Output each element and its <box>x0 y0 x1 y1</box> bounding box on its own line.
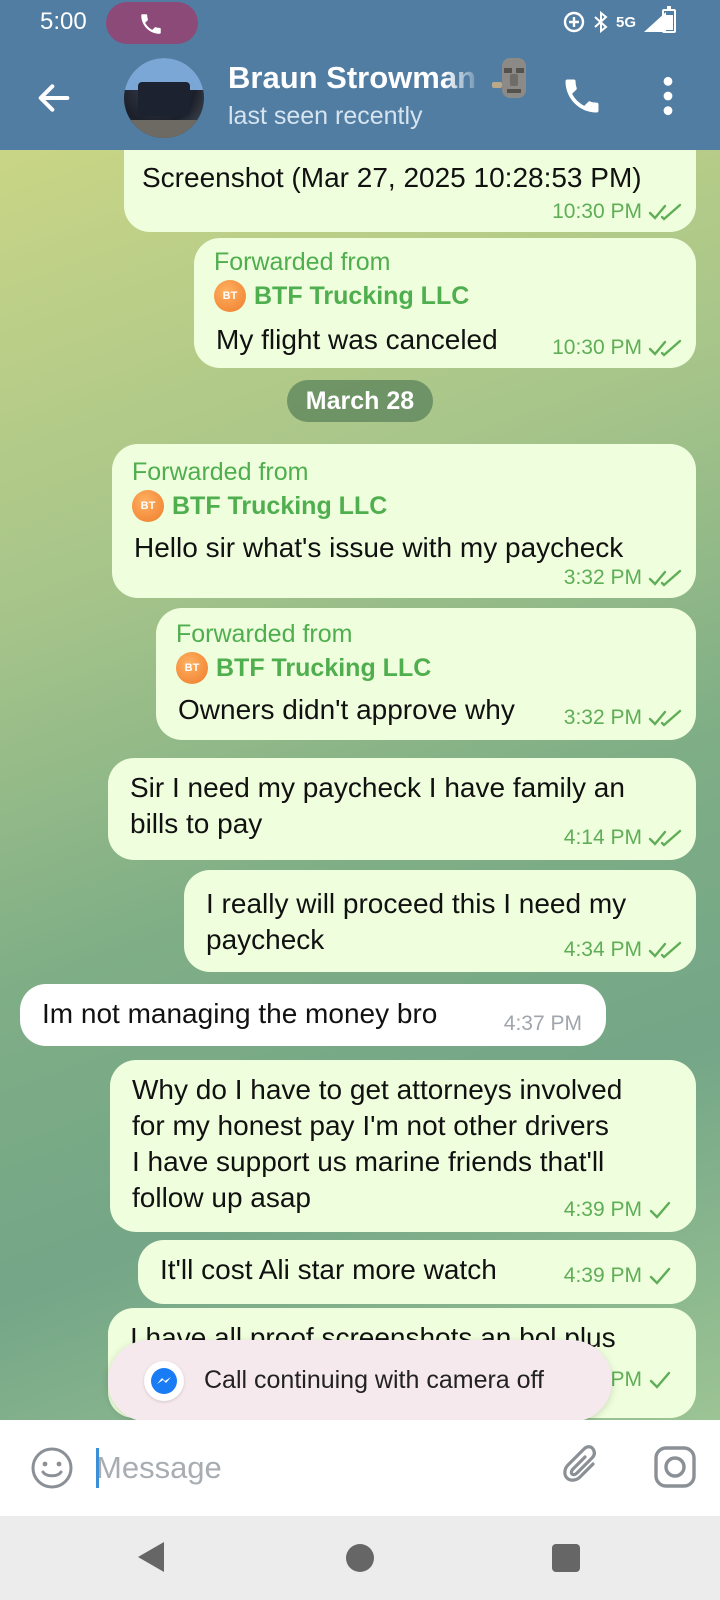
message-text: Owners didn't approve why <box>178 694 515 725</box>
nav-back-icon[interactable] <box>136 1540 166 1574</box>
forwarded-source-name: BTF Trucking LLC <box>254 281 470 310</box>
phone-call-icon <box>141 14 161 34</box>
source-avatar: BT <box>214 280 246 312</box>
message-bubble[interactable]: Why do I have to get attorneys involved … <box>110 1060 696 1232</box>
contact-avatar[interactable] <box>124 58 204 138</box>
message-meta: 3:32 PM <box>564 566 682 590</box>
call-toast[interactable]: Call continuing with camera off <box>108 1340 612 1422</box>
message-text: Im not managing the money bro <box>42 998 438 1029</box>
message-meta: 4:39 PM <box>564 1264 672 1288</box>
message-time: 4:39 PM <box>563 1264 642 1287</box>
more-vertical-icon[interactable] <box>656 74 680 118</box>
moai-emoji <box>492 58 526 98</box>
check-icon <box>649 1371 671 1389</box>
message-time: 10:30 PM <box>552 200 642 223</box>
status-bar: 5:00 5G <box>0 0 720 44</box>
emoji-icon[interactable] <box>30 1446 74 1490</box>
status-time: 5:00 <box>40 8 87 35</box>
message-bubble[interactable]: Sir I need my paycheck I have family an … <box>108 758 696 860</box>
ongoing-call-pill[interactable] <box>106 2 198 44</box>
message-time: 3:32 PM <box>563 706 642 729</box>
battery-icon <box>662 6 676 33</box>
message-time: 3:32 PM <box>563 566 642 589</box>
forwarded-label: Forwarded from <box>132 458 309 486</box>
forwarded-source[interactable]: BT BTF Trucking LLC <box>132 490 387 522</box>
forwarded-label: Forwarded from <box>176 620 353 648</box>
forwarded-source-name: BTF Trucking LLC <box>216 653 432 682</box>
message-text: bills to pay <box>130 808 263 839</box>
message-time: 4:37 PM <box>503 1012 582 1035</box>
message-meta: 3:32 PM <box>564 706 682 730</box>
message-time: 4:39 PM <box>563 1198 642 1221</box>
double-check-icon <box>648 829 682 847</box>
message-text: Hello sir what's issue with my paycheck <box>134 532 624 563</box>
double-check-icon <box>648 709 682 727</box>
message-text: Why do I have to get attorneys involved <box>132 1074 623 1105</box>
status-icons: 5G <box>562 8 668 36</box>
forwarded-label: Forwarded from <box>214 248 391 276</box>
forwarded-source-name: BTF Trucking LLC <box>172 491 388 520</box>
message-text: I have support us marine friends that'll <box>132 1146 605 1177</box>
message-list[interactable]: Screenshot (Mar 27, 2025 10:28:53 PM) 10… <box>0 150 720 1420</box>
forwarded-message-bubble[interactable]: Forwarded from BT BTF Trucking LLC My fl… <box>194 238 696 368</box>
message-bubble[interactable]: It'll cost Ali star more watch 4:39 PM <box>138 1240 696 1304</box>
message-text: follow up asap <box>132 1182 312 1213</box>
message-meta: 4:34 PM <box>564 938 682 962</box>
message-bubble[interactable]: I really will proceed this I need my pay… <box>184 870 696 972</box>
date-separator: March 28 <box>287 380 433 422</box>
back-arrow-icon[interactable] <box>34 78 74 118</box>
double-check-icon <box>648 569 682 587</box>
message-text: Sir I need my paycheck I have family an <box>130 772 625 803</box>
forwarded-message-bubble[interactable]: Forwarded from BT BTF Trucking LLC Owner… <box>156 608 696 740</box>
toast-text: Call continuing with camera off <box>204 1366 544 1394</box>
chat-header: Braun Strowman last seen recently <box>0 44 720 150</box>
double-check-icon <box>648 203 682 221</box>
messenger-icon <box>144 1361 184 1401</box>
message-input[interactable] <box>96 1442 536 1494</box>
message-time: 10:30 PM <box>552 336 642 359</box>
double-check-icon <box>648 339 682 357</box>
nav-recents-icon[interactable] <box>552 1544 580 1572</box>
forwarded-source[interactable]: BT BTF Trucking LLC <box>214 280 469 312</box>
message-time: PM <box>610 1368 643 1391</box>
message-text: for my honest pay I'm not other drivers <box>132 1110 609 1141</box>
message-text: paycheck <box>206 924 325 955</box>
camera-icon[interactable] <box>652 1444 698 1490</box>
bluetooth-icon <box>594 10 608 34</box>
message-time: 4:14 PM <box>563 826 642 849</box>
message-text: It'll cost Ali star more watch <box>160 1254 497 1285</box>
message-meta: 4:39 PM <box>564 1198 672 1222</box>
check-icon <box>649 1201 671 1219</box>
message-bubble[interactable]: Screenshot (Mar 27, 2025 10:28:53 PM) 10… <box>124 150 696 232</box>
message-text: My flight was canceled <box>216 324 498 355</box>
message-text: I really will proceed this I need my <box>206 888 627 919</box>
source-avatar: BT <box>132 490 164 522</box>
message-time: 4:34 PM <box>563 938 642 961</box>
forwarded-source[interactable]: BT BTF Trucking LLC <box>176 652 431 684</box>
message-meta: PM <box>611 1368 673 1392</box>
source-avatar: BT <box>176 652 208 684</box>
data-saver-icon <box>563 11 585 33</box>
message-meta: 4:14 PM <box>564 826 682 850</box>
message-meta: 4:37 PM <box>504 1012 582 1036</box>
message-text: Screenshot (Mar 27, 2025 10:28:53 PM) <box>142 162 642 193</box>
network-type: 5G <box>615 13 636 31</box>
phone-icon[interactable] <box>560 74 604 118</box>
incoming-message-bubble[interactable]: Im not managing the money bro 4:37 PM <box>20 984 606 1046</box>
contact-last-seen: last seen recently <box>228 102 423 130</box>
check-icon <box>649 1267 671 1285</box>
forwarded-message-bubble[interactable]: Forwarded from BT BTF Trucking LLC Hello… <box>112 444 696 598</box>
message-meta: 10:30 PM <box>552 336 682 360</box>
double-check-icon <box>648 941 682 959</box>
attach-icon[interactable] <box>560 1444 606 1490</box>
system-nav-bar <box>0 1516 720 1600</box>
contact-name[interactable]: Braun Strowman <box>228 60 484 96</box>
message-meta: 10:30 PM <box>552 200 682 224</box>
message-composer <box>0 1420 720 1516</box>
nav-home-icon[interactable] <box>346 1544 374 1572</box>
text-cursor <box>96 1448 99 1488</box>
